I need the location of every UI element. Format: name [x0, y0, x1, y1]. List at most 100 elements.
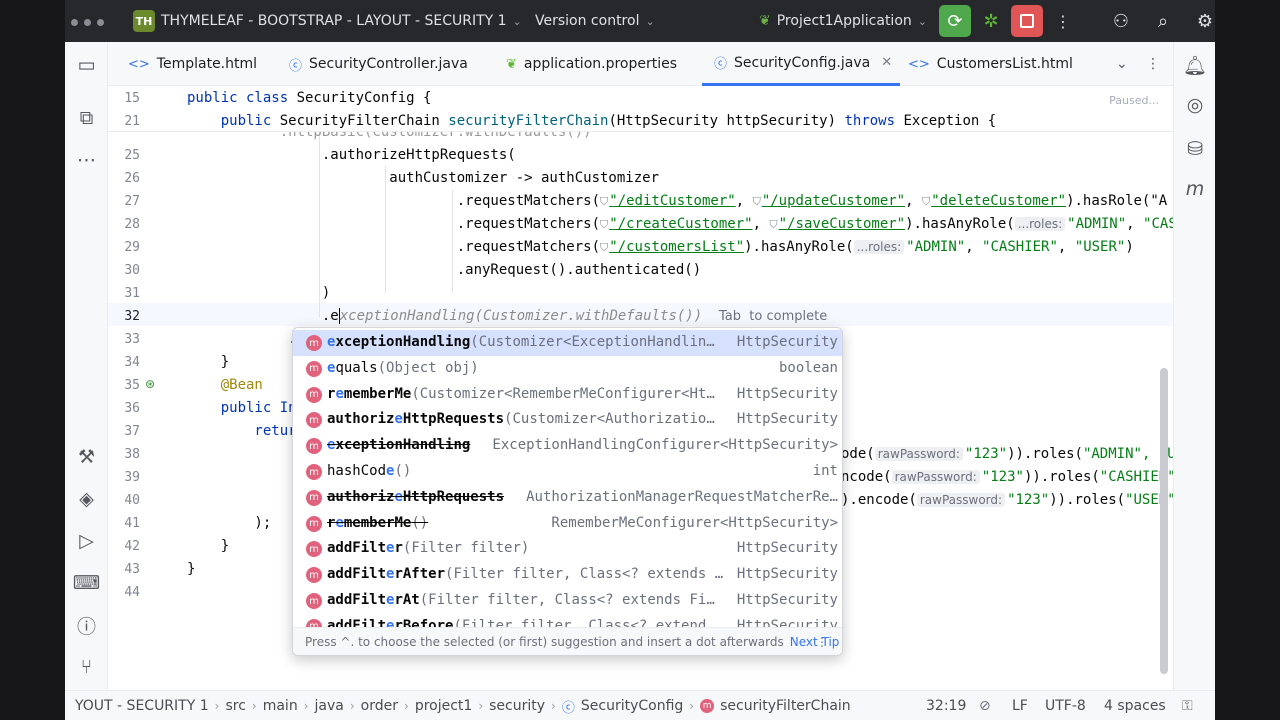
- parameter-hint: rawPassword:: [874, 447, 963, 461]
- breadcrumb-item[interactable]: YOUT - SECURITY 1: [75, 698, 209, 714]
- method-icon: m: [306, 335, 322, 351]
- completion-item[interactable]: m rememberMe(Customizer<RememberMeConfigu…: [293, 382, 842, 408]
- completion-name: authorizeHttpRequests(Customizer<Authori…: [327, 411, 715, 428]
- more-icon[interactable]: ⋮: [816, 635, 828, 649]
- database-icon[interactable]: ⛁: [1174, 134, 1216, 164]
- terminal-icon[interactable]: ⌨: [65, 568, 108, 598]
- completion-item[interactable]: m addFilterAt(Filter filter, Class<? exte…: [293, 588, 842, 614]
- vcs-widget[interactable]: Version control ⌄: [535, 0, 655, 42]
- project-name: THYMELEAF - BOOTSTRAP - LAYOUT - SECURIT…: [161, 13, 507, 29]
- spring-bean-gutter-icon[interactable]: ⊛: [145, 377, 155, 391]
- completion-signature: (): [394, 463, 412, 479]
- match-highlight: e: [386, 566, 395, 583]
- vcs-label: Version control: [535, 13, 640, 29]
- line-number: 31: [124, 286, 140, 301]
- completion-name: addFilterAt(Filter filter, Class<? exten…: [327, 592, 715, 608]
- more-tools-icon[interactable]: ⋯: [65, 145, 108, 175]
- add-user-icon[interactable]: ⚇: [1105, 5, 1137, 37]
- maven-icon[interactable]: m: [1174, 174, 1216, 204]
- completion-tip-text: Press ^. to choose the selected (or firs…: [305, 635, 784, 649]
- completion-item[interactable]: m authorizeHttpRequests AuthorizationManag…: [293, 485, 842, 511]
- breadcrumb-item[interactable]: project1: [415, 698, 473, 714]
- inline-completion: xceptionHandling(Customizer.withDefaults…: [339, 308, 703, 324]
- ide-window: TH THYMELEAF - BOOTSTRAP - LAYOUT - SECU…: [0, 0, 1280, 720]
- run-config-widget[interactable]: ❦ Project1Application ⌄: [759, 0, 927, 42]
- notifications-bell-icon[interactable]: 🔔︎: [1174, 50, 1216, 80]
- close-icon[interactable]: ✕: [881, 55, 892, 70]
- file-encoding[interactable]: UTF-8: [1045, 691, 1086, 720]
- tab-template-html[interactable]: <> Template.html: [128, 42, 257, 86]
- no-inspections-icon[interactable]: ⊘: [979, 691, 991, 720]
- breadcrumb-item[interactable]: order: [361, 698, 398, 714]
- code-token: SecurityConfig {: [296, 90, 432, 106]
- chevron-down-icon[interactable]: ⌄: [1116, 42, 1128, 86]
- tab-security-controller[interactable]: ⓒ SecurityController.java: [289, 42, 468, 86]
- method-icon: m: [306, 464, 322, 480]
- breadcrumb-item[interactable]: main: [263, 698, 298, 714]
- breadcrumb-item[interactable]: securityFilterChain: [720, 698, 851, 714]
- completion-return-type: int: [812, 463, 838, 479]
- completion-name: exceptionHandling(Customizer<ExceptionHa…: [327, 334, 715, 350]
- tab-security-config[interactable]: ⓒ SecurityConfig.java ✕: [702, 42, 900, 86]
- chevron-down-icon: ⌄: [645, 14, 655, 28]
- chevron-right-icon: ›: [478, 699, 484, 713]
- completion-item[interactable]: m addFilterAfter(Filter filter, Class<? e…: [293, 562, 842, 588]
- completion-item[interactable]: m hashCode() int: [293, 459, 842, 485]
- next-tip-link[interactable]: Next Tip: [790, 635, 840, 649]
- project-folder-icon[interactable]: ▭: [65, 50, 108, 80]
- completion-signature: (Customizer<ExceptionHandlin…: [470, 334, 715, 350]
- build-icon[interactable]: ⚒: [65, 442, 108, 472]
- breadcrumb-item[interactable]: src: [225, 698, 245, 714]
- completion-item[interactable]: m exceptionHandling ExceptionHandlingConfi…: [293, 433, 842, 459]
- code-line: ): [187, 285, 331, 301]
- completion-item[interactable]: m exceptionHandling(Customizer<ExceptionH…: [293, 330, 842, 356]
- tab-label: application.properties: [523, 56, 678, 72]
- completion-item[interactable]: m authorizeHttpRequests(Customizer<Author…: [293, 407, 842, 433]
- tab-customers-list[interactable]: <> CustomersList.html: [908, 42, 1073, 86]
- completion-item[interactable]: m equals(Object obj) boolean: [293, 356, 842, 382]
- code-token: )).roles(: [1023, 469, 1100, 485]
- completion-signature: (Filter filter): [402, 540, 530, 557]
- search-icon[interactable]: ⌕: [1147, 5, 1179, 37]
- completion-item[interactable]: m addFilter(Filter filter) HttpSecurity: [293, 536, 842, 562]
- rerun-button[interactable]: ⟳: [939, 5, 971, 37]
- tab-application-properties[interactable]: ❦ application.properties: [506, 42, 677, 86]
- project-widget[interactable]: TH THYMELEAF - BOOTSTRAP - LAYOUT - SECU…: [133, 0, 522, 42]
- more-icon[interactable]: ⋮: [1146, 42, 1160, 86]
- breadcrumb-item[interactable]: security: [489, 698, 545, 714]
- stop-button[interactable]: [1011, 5, 1043, 37]
- debug-button[interactable]: ✲: [975, 5, 1007, 37]
- line-number: 29: [124, 240, 140, 255]
- line-number: 35: [124, 378, 140, 393]
- settings-gear-icon[interactable]: ⚙: [1189, 5, 1221, 37]
- string-literal: "CAS: [1143, 216, 1173, 232]
- git-icon[interactable]: ⑂: [65, 652, 108, 682]
- window-controls[interactable]: [71, 19, 104, 26]
- more-icon[interactable]: ⋮: [1047, 5, 1079, 37]
- breadcrumb-item[interactable]: java: [315, 698, 344, 714]
- line-separator[interactable]: LF: [1012, 691, 1028, 720]
- string-literal: "/editCustomer": [609, 193, 736, 209]
- structure-icon[interactable]: ⧉: [65, 103, 108, 133]
- string-literal: "/createCustomer": [609, 216, 753, 232]
- lock-icon[interactable]: ⚿: [1182, 691, 1193, 720]
- chevron-right-icon: ›: [251, 699, 257, 713]
- line-number: 39: [124, 470, 140, 485]
- indent-setting[interactable]: 4 spaces: [1104, 691, 1166, 720]
- services-icon[interactable]: ◈: [65, 484, 108, 514]
- code-token: .requestMatchers(: [187, 239, 601, 255]
- string-literal: "/saveCustomer": [778, 216, 906, 232]
- completion-return-type: HttpSecurity: [736, 385, 838, 402]
- html-icon: <>: [908, 56, 930, 72]
- shield-icon: ⛉: [921, 195, 931, 208]
- breadcrumb-item[interactable]: SecurityConfig: [581, 698, 683, 714]
- run-icon[interactable]: ▷: [65, 526, 108, 556]
- problems-icon[interactable]: ⓘ: [65, 610, 108, 640]
- completion-return-type: HttpSecurity: [736, 592, 838, 608]
- ai-assistant-icon[interactable]: ◎: [1174, 90, 1216, 120]
- caret-position[interactable]: 32:19: [926, 691, 966, 720]
- completion-item[interactable]: m rememberMe() RememberMeConfigurer<HttpSe…: [293, 511, 842, 537]
- line-number: 26: [124, 171, 140, 186]
- completion-return-type: HttpSecurity: [736, 540, 838, 557]
- vertical-scrollbar[interactable]: [1160, 368, 1168, 674]
